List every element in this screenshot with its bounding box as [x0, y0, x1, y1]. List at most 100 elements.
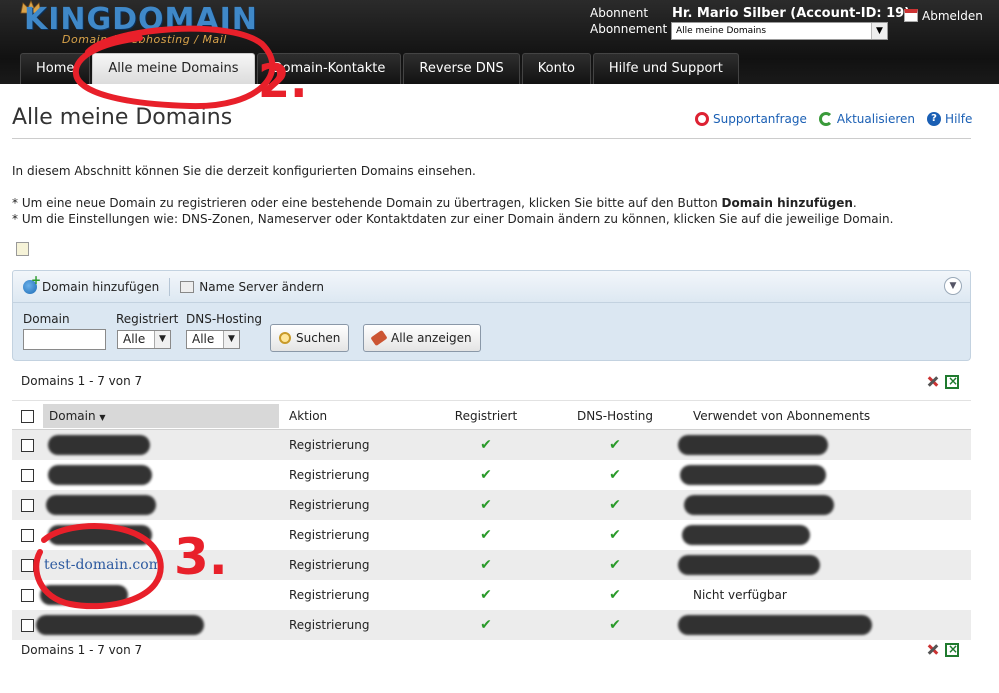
collapse-toggle[interactable]: ▼ — [944, 277, 962, 295]
server-icon — [180, 280, 195, 293]
search-label: Suchen — [296, 331, 341, 345]
table-row[interactable]: Registrierung ✔ ✔ — [12, 430, 971, 460]
table-row[interactable]: Registrierung ✔ ✔ — [12, 610, 971, 640]
aktion-cell: Registrierung — [289, 498, 370, 512]
toolbar-separator — [169, 277, 171, 296]
change-ns-label: Name Server ändern — [199, 279, 324, 294]
note1-pre: * Um eine neue Domain zu registrieren od… — [12, 196, 722, 210]
show-all-label: Alle anzeigen — [391, 331, 472, 345]
domain-count: Domains 1 - 7 von 7 — [21, 374, 143, 388]
broom-icon — [370, 329, 388, 347]
col-domain-header[interactable]: Domain ▼ — [43, 404, 279, 428]
tab-home[interactable]: Home — [20, 53, 91, 84]
logout-link[interactable]: Abmelden — [904, 9, 983, 23]
refresh-label: Aktualisieren — [836, 112, 916, 126]
check-icon: ✔ — [480, 437, 492, 453]
tab-account[interactable]: Konto — [521, 53, 591, 84]
redaction-mark — [682, 525, 810, 545]
row-checkbox[interactable] — [21, 529, 34, 542]
logo[interactable]: KINGDOMAIN Domain / Webhosting / Mail — [20, 0, 260, 50]
help-link[interactable]: ? Hilfe — [927, 112, 972, 126]
chevron-down-icon: ▼ — [949, 281, 957, 291]
check-icon: ✔ — [609, 587, 621, 603]
domain-table: Domain ▼ Aktion Registriert DNS-Hosting … — [12, 400, 971, 640]
col-domain-label: Domain — [49, 409, 96, 423]
select-all-checkbox[interactable] — [21, 410, 34, 423]
change-nameserver-button[interactable]: Name Server ändern — [180, 280, 324, 294]
tools-icon[interactable] — [926, 375, 939, 388]
aktion-cell: Registrierung — [289, 468, 370, 482]
check-icon: ✔ — [609, 617, 621, 633]
table-row[interactable]: Registrierung ✔ ✔ — [12, 490, 971, 520]
table-row[interactable]: Registrierung ✔ ✔ Nicht verfügbar — [12, 580, 971, 610]
excel-export-icon[interactable] — [945, 374, 959, 389]
intro-text: In diesem Abschnitt können Sie die derze… — [12, 164, 476, 178]
check-icon: ✔ — [480, 467, 492, 483]
refresh-link[interactable]: Aktualisieren — [818, 112, 916, 126]
redaction-mark — [684, 495, 834, 515]
check-icon: ✔ — [609, 437, 621, 453]
check-icon: ✔ — [609, 527, 621, 543]
row-checkbox[interactable] — [21, 469, 34, 482]
redaction-mark — [678, 555, 820, 575]
page-actions: Supportanfrage Aktualisieren ? Hilfe — [695, 112, 972, 126]
domain-link[interactable]: test-domain.com — [44, 550, 162, 580]
check-icon: ✔ — [609, 467, 621, 483]
logout-icon — [904, 9, 918, 22]
redaction-mark — [48, 435, 150, 455]
tools-icon[interactable] — [926, 643, 939, 656]
check-icon: ✔ — [480, 617, 492, 633]
redaction-mark — [46, 495, 156, 515]
redaction-mark — [40, 585, 128, 605]
tab-help-support[interactable]: Hilfe und Support — [592, 53, 739, 84]
col-registered-header: Registriert — [454, 409, 518, 423]
support-link[interactable]: Supportanfrage — [695, 112, 807, 126]
registered-value: Alle — [123, 332, 146, 346]
filter-dns-label: DNS-Hosting — [186, 312, 263, 326]
filter-panel: Domain Registriert Alle ▼ DNS-Hosting Al… — [12, 303, 971, 361]
tab-all-domains[interactable]: Alle meine Domains — [92, 53, 255, 84]
chevron-down-icon: ▼ — [154, 331, 170, 348]
aktion-cell: Registrierung — [289, 588, 370, 602]
search-button[interactable]: Suchen — [270, 324, 350, 352]
col-dns-header: DNS-Hosting — [576, 409, 654, 423]
chevron-down-icon: ▼ — [99, 413, 106, 422]
registered-select[interactable]: Alle ▼ — [117, 330, 171, 349]
table-row[interactable]: Registrierung ✔ ✔ — [12, 460, 971, 490]
tab-domain-contacts[interactable]: Domain-Kontakte — [256, 53, 402, 84]
show-all-button[interactable]: Alle anzeigen — [363, 324, 481, 352]
help-label: Hilfe — [945, 112, 973, 126]
row-checkbox[interactable] — [21, 559, 34, 572]
aktion-cell: Registrierung — [289, 558, 370, 572]
col-used-header: Verwendet von Abonnements — [693, 409, 871, 423]
row-checkbox[interactable] — [21, 589, 34, 602]
account-label: Abonnent — [590, 6, 649, 20]
redaction-mark — [48, 465, 152, 485]
subscription-value: Alle meine Domains — [676, 26, 767, 36]
aktion-cell: Registrierung — [289, 528, 370, 542]
domain-count-bottom: Domains 1 - 7 von 7 — [21, 643, 143, 657]
table-tools-bottom — [926, 642, 959, 657]
subscription-label: Abonnement — [590, 22, 668, 36]
table-row[interactable]: Registrierung ✔ ✔ — [12, 520, 971, 550]
lifebuoy-icon — [695, 112, 709, 126]
account-value: Hr. Mario Silber (Account-ID: 19) — [672, 6, 911, 21]
dns-select[interactable]: Alle ▼ — [186, 330, 240, 349]
used-by-cell: Nicht verfügbar — [693, 588, 787, 602]
row-checkbox[interactable] — [21, 499, 34, 512]
document-icon[interactable] — [16, 242, 29, 256]
check-icon: ✔ — [480, 587, 492, 603]
table-row[interactable]: test-domain.com Registrierung ✔ ✔ — [12, 550, 971, 580]
redaction-mark — [48, 525, 152, 545]
row-checkbox[interactable] — [21, 619, 34, 632]
row-checkbox[interactable] — [21, 439, 34, 452]
excel-export-icon[interactable] — [945, 642, 959, 657]
col-aktion-header: Aktion — [289, 409, 328, 423]
aktion-cell: Registrierung — [289, 618, 370, 632]
subscription-select[interactable]: Alle meine Domains ▼ — [671, 22, 888, 40]
redaction-mark — [36, 615, 204, 635]
tab-reverse-dns[interactable]: Reverse DNS — [403, 53, 520, 84]
check-icon: ✔ — [480, 527, 492, 543]
add-domain-button[interactable]: Domain hinzufügen — [23, 273, 159, 294]
domain-filter-input[interactable] — [23, 329, 106, 350]
